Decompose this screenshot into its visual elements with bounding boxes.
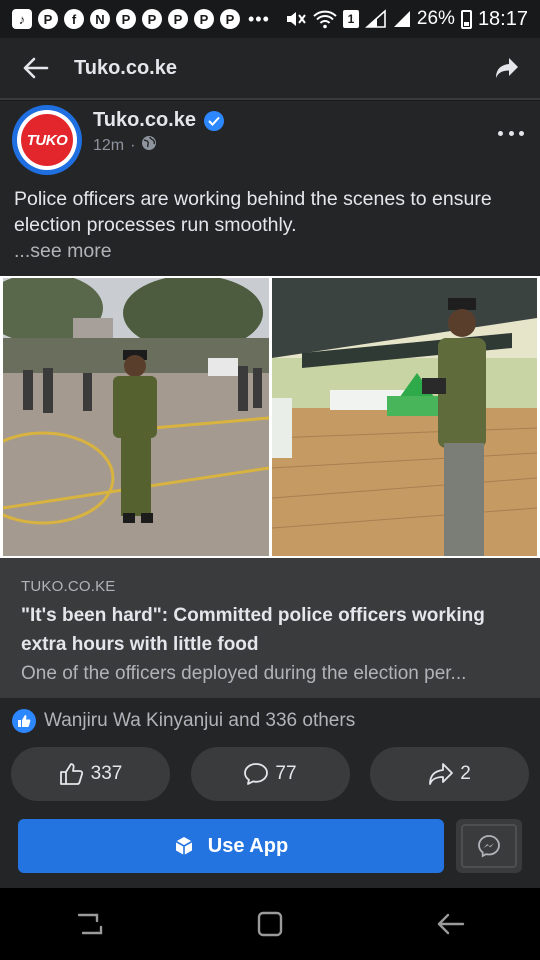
p-icon: P	[220, 9, 240, 29]
reactions-summary[interactable]: Wanjiru Wa Kinyanjui and 336 others	[12, 709, 355, 733]
post-meta: 12m ·	[93, 135, 157, 156]
caption-text: Police officers are working behind the s…	[14, 188, 492, 236]
use-app-button[interactable]: Use App	[18, 819, 444, 873]
battery-icon	[460, 9, 472, 29]
page-title: Tuko.co.ke	[74, 56, 177, 79]
messenger-frame	[461, 824, 517, 868]
p-icon: P	[38, 9, 58, 29]
system-nav-bar	[0, 888, 540, 960]
tuko-logo: TUKO	[21, 114, 73, 166]
n-icon: N	[90, 9, 110, 29]
comment-count: 77	[275, 763, 297, 784]
overflow-dots: •••	[248, 8, 270, 29]
status-bar: ♪ P f N P P P P P ••• 1 26% 18:17	[0, 0, 540, 38]
signal-icon	[364, 9, 386, 28]
notification-icons: ♪ P f N P P P P P •••	[12, 9, 270, 30]
p-icon: P	[168, 9, 188, 29]
app-header: Tuko.co.ke	[0, 38, 540, 100]
avatar[interactable]: TUKO	[12, 105, 82, 175]
wifi-icon	[313, 10, 337, 29]
page-name-row: Tuko.co.ke	[93, 109, 224, 132]
share-button[interactable]: 2	[370, 747, 529, 801]
verified-badge-icon	[204, 110, 224, 131]
photo-collage[interactable]	[0, 276, 540, 558]
photo-officer-outdoor[interactable]	[3, 278, 269, 556]
link-title[interactable]: "It's been hard": Committed police offic…	[21, 601, 520, 659]
page-name[interactable]: Tuko.co.ke	[93, 109, 196, 132]
like-count: 337	[90, 763, 123, 784]
reactions-text: Wanjiru Wa Kinyanjui and 336 others	[44, 710, 356, 731]
home-icon[interactable]	[250, 904, 290, 944]
comment-icon	[244, 763, 269, 785]
back-arrow-icon[interactable]	[18, 51, 52, 85]
p-icon: P	[116, 9, 136, 29]
link-domain: TUKO.CO.KE	[21, 578, 116, 595]
post-caption: Police officers are working behind the s…	[14, 186, 524, 264]
like-icon	[59, 763, 83, 785]
globe-icon	[141, 135, 157, 156]
use-app-bar: Use App	[0, 805, 540, 888]
messenger-icon	[478, 835, 500, 858]
signal-icon-2	[393, 11, 410, 27]
photo-officer-indoor[interactable]	[272, 278, 537, 556]
see-more-link[interactable]: ...see more	[14, 240, 112, 262]
messenger-button[interactable]	[456, 819, 522, 873]
recents-icon[interactable]	[70, 904, 110, 944]
p-icon: P	[142, 9, 162, 29]
cube-icon	[175, 837, 193, 855]
like-button[interactable]: 337	[11, 747, 170, 801]
post-time[interactable]: 12m	[93, 137, 124, 155]
link-description: One of the officers deployed during the …	[21, 663, 467, 684]
post-actions: 337 77 2	[0, 747, 540, 801]
use-app-label: Use App	[207, 834, 289, 857]
meta-separator: ·	[130, 136, 136, 154]
share-icon[interactable]	[492, 53, 522, 83]
share-count: 2	[460, 763, 471, 784]
system-back-icon[interactable]	[430, 904, 470, 944]
p-icon: P	[194, 9, 214, 29]
more-options-icon[interactable]	[498, 123, 524, 143]
post-card: TUKO Tuko.co.ke 12m · Police officers ar…	[0, 101, 540, 805]
sim-icon: 1	[342, 10, 359, 28]
system-status: 1 26% 18:17	[285, 8, 528, 31]
share-arrow-icon	[429, 763, 454, 785]
like-reaction-icon	[12, 709, 36, 733]
comment-button[interactable]: 77	[190, 747, 350, 801]
mute-icon	[286, 12, 306, 26]
battery-percent: 26%	[416, 8, 455, 29]
tiktok-icon: ♪	[12, 9, 32, 29]
facebook-icon: f	[64, 9, 84, 29]
clock: 18:17	[477, 7, 528, 30]
avatar-ring: TUKO	[17, 110, 77, 170]
link-preview[interactable]: TUKO.CO.KE "It's been hard": Committed p…	[0, 558, 540, 698]
